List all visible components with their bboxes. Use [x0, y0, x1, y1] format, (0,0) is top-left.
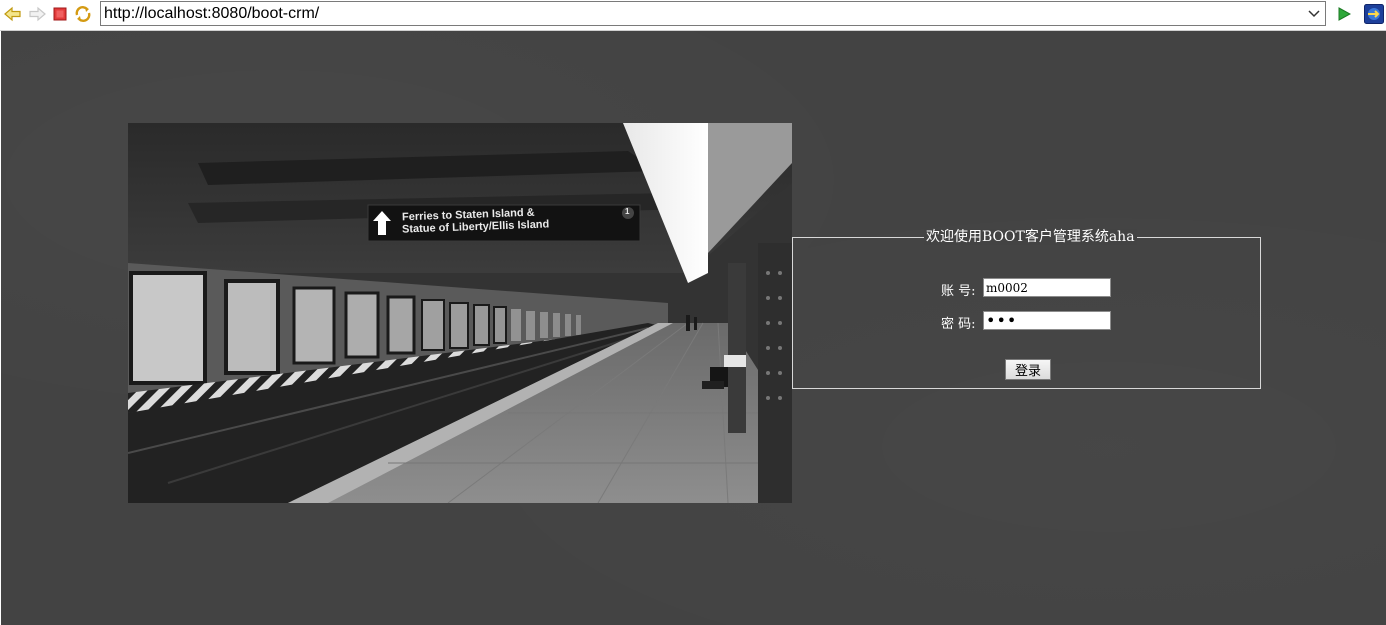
- subway-photo-graphic: [128, 123, 792, 503]
- login-legend: 欢迎使用BOOT客户管理系统aha: [924, 229, 1137, 245]
- account-label: 账 号:: [941, 284, 976, 299]
- sign-route-number: 1: [625, 207, 630, 216]
- url-input[interactable]: [104, 3, 1304, 24]
- external-browser-icon[interactable]: [1363, 3, 1385, 25]
- back-arrow-icon[interactable]: [3, 4, 23, 24]
- account-input[interactable]: [983, 278, 1111, 297]
- browser-toolbar: [0, 0, 1386, 31]
- login-form: 欢迎使用BOOT客户管理系统aha 账 号: 密 码: 登录: [792, 229, 1261, 389]
- forward-arrow-icon[interactable]: [27, 4, 47, 24]
- password-row: 密 码:: [793, 311, 1260, 332]
- login-button[interactable]: 登录: [1005, 359, 1051, 380]
- account-row: 账 号:: [793, 278, 1260, 299]
- subway-photo: Ferries to Staten Island & Statue of Lib…: [128, 123, 792, 503]
- password-input[interactable]: [983, 311, 1111, 330]
- refresh-icon[interactable]: [73, 4, 93, 24]
- password-label: 密 码:: [941, 317, 976, 332]
- page-content: Ferries to Staten Island & Statue of Lib…: [1, 31, 1386, 625]
- stop-icon[interactable]: [50, 4, 70, 24]
- go-play-icon[interactable]: [1334, 4, 1354, 24]
- chevron-down-icon[interactable]: [1305, 4, 1323, 23]
- address-bar[interactable]: [100, 1, 1326, 26]
